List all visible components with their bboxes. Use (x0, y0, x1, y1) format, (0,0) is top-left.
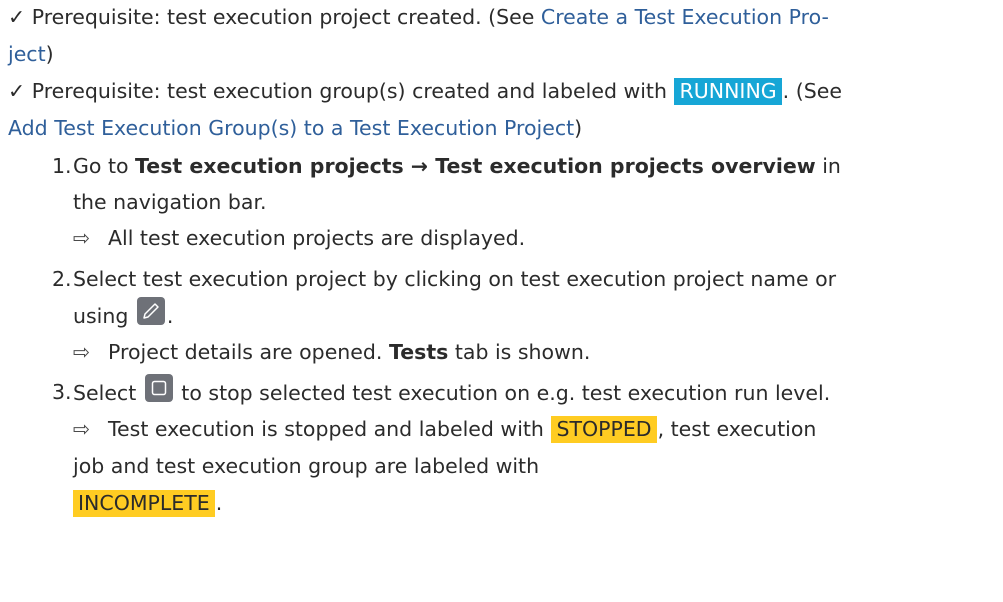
step-result: ⇨ Test execution is stopped and labeled … (73, 411, 998, 448)
see-text: . (See (782, 79, 842, 103)
step-result: ⇨ Project details are opened. Tests tab … (73, 334, 998, 371)
step-text: to stop selected test execution on e.g. … (174, 381, 831, 405)
step-text: . (166, 304, 174, 328)
result-arrow-icon: ⇨ (73, 417, 91, 441)
prerequisite-1: ✓ Prerequisite: test execution project c… (8, 0, 998, 73)
step-text: in (815, 154, 841, 178)
step-text: Select (73, 381, 137, 405)
result-text: tab is shown. (448, 340, 591, 364)
result-text: . (215, 491, 223, 515)
nav-test-execution-projects: Test execution projects (135, 154, 404, 178)
result-arrow-icon: ⇨ (73, 226, 91, 250)
step-text: Select test execution project by clickin… (73, 267, 837, 291)
stop-square-icon (144, 374, 173, 402)
step-text: Go to (73, 154, 136, 178)
paren-close: ) (45, 42, 54, 66)
step-2: 2. Select test execution project by clic… (8, 261, 998, 371)
check-icon: ✓ (8, 79, 26, 103)
step-number: 1. (52, 154, 72, 178)
status-badge-running: RUNNING (674, 78, 782, 105)
step-result: ⇨ All test execution projects are displa… (73, 220, 998, 257)
result-text: Test execution is stopped and labeled wi… (108, 417, 551, 441)
create-test-execution-project-link-cont[interactable]: ject (8, 42, 46, 66)
paren-close: ) (574, 116, 583, 140)
result-text: All test execution projects are displaye… (108, 226, 526, 250)
pencil-edit-icon (136, 297, 165, 325)
nav-test-execution-projects-overview: Test execution projects overview (435, 154, 816, 178)
result-text: Project details are opened. (108, 340, 389, 364)
check-icon: ✓ (8, 5, 26, 29)
step-number: 3. (52, 380, 72, 404)
result-text: , test execution (657, 417, 817, 441)
result-text: job and test execution group are labeled… (73, 454, 540, 478)
step-text: the navigation bar. (73, 190, 267, 214)
step-number: 2. (52, 267, 72, 291)
tests-tab-label: Tests (388, 340, 449, 364)
add-test-execution-group-link[interactable]: Add Test Execution Group(s) to a Test Ex… (8, 116, 574, 140)
prerequisite-text: Prerequisite: test execution group(s) cr… (25, 79, 674, 103)
create-test-execution-project-link[interactable]: Create a Test Execution Pro- (541, 5, 829, 29)
step-result-cont: job and test execution group are labeled… (73, 448, 998, 522)
result-arrow-icon: ⇨ (73, 340, 91, 364)
step-3: 3. Select to stop selected test executio… (8, 374, 998, 522)
status-badge-stopped: STOPPED (551, 416, 657, 443)
prerequisite-text: Prerequisite: test execution project cre… (25, 5, 541, 29)
step-1: 1. Go to Test execution projects → Test … (8, 148, 998, 257)
status-badge-incomplete: INCOMPLETE (73, 490, 215, 517)
prerequisite-2: ✓ Prerequisite: test execution group(s) … (8, 73, 998, 147)
step-text: using (73, 304, 129, 328)
nav-arrow: → (403, 154, 436, 178)
